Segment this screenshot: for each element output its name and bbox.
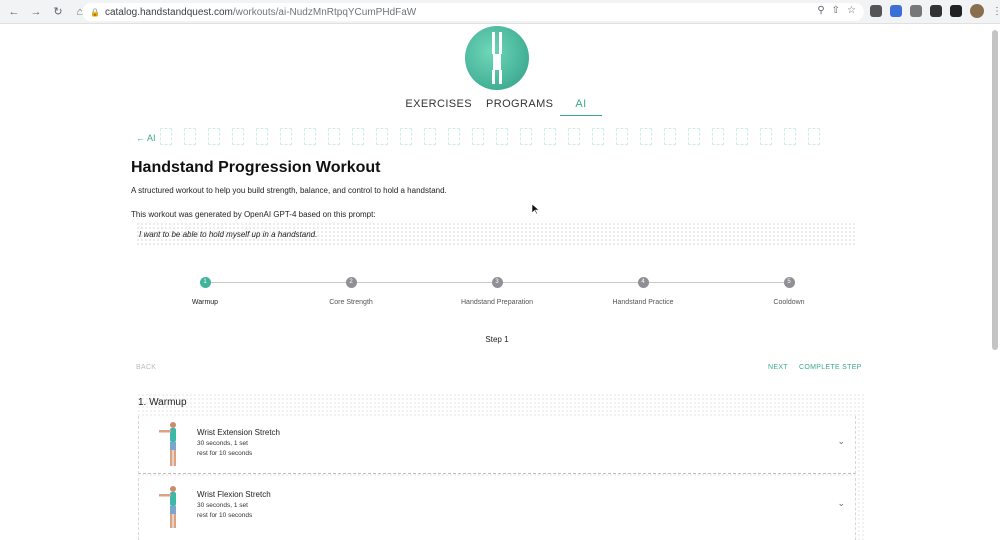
puzzle-icon[interactable]	[930, 5, 942, 17]
loading-placeholder	[808, 128, 820, 145]
zoom-icon[interactable]: ⚲	[817, 5, 824, 16]
exercise-figure-icon	[159, 486, 176, 528]
loading-placeholder	[400, 128, 412, 145]
exercise-rest: rest for 10 seconds	[197, 512, 253, 519]
step-label: Cooldown	[773, 299, 805, 306]
back-arrow-icon[interactable]: ←	[6, 4, 22, 20]
loading-placeholder	[184, 128, 196, 145]
url-path: /workouts/ai-NudzMnRtpqYCumPHdFaW	[232, 6, 417, 18]
loading-placeholder	[688, 128, 700, 145]
loading-placeholder	[640, 128, 652, 145]
step-number-badge: 1	[199, 277, 211, 288]
step-1[interactable]: 1 Warmup	[145, 277, 265, 306]
step-number-badge: 4	[637, 277, 649, 288]
extension-icon-2[interactable]	[910, 5, 922, 17]
step-label: Handstand Practice	[612, 299, 674, 306]
loading-placeholder	[424, 128, 436, 145]
loading-placeholder	[376, 128, 388, 145]
loading-placeholder	[448, 128, 460, 145]
exercise-card[interactable]: Wrist Extension Stretch 30 seconds, 1 se…	[138, 416, 856, 474]
step-caption: Step 1	[485, 335, 509, 344]
profile-avatar[interactable]	[970, 4, 984, 18]
step-number-badge: 3	[491, 277, 503, 288]
step-number-badge: 2	[345, 277, 357, 288]
loading-placeholder	[568, 128, 580, 145]
loading-placeholder	[760, 128, 772, 145]
exercise-rest: rest for 10 seconds	[197, 450, 253, 457]
loading-placeholder	[256, 128, 268, 145]
step-label: Core Strength	[329, 299, 373, 306]
loading-placeholder	[784, 128, 796, 145]
back-button[interactable]: BACK	[136, 364, 156, 371]
url-host: catalog.handstandquest.com	[104, 6, 233, 18]
step-number-badge: 5	[783, 277, 795, 288]
page-title: Handstand Progression Workout	[131, 159, 381, 176]
nav-exercises[interactable]: EXERCISES	[398, 98, 479, 116]
page-scrollbar[interactable]	[992, 30, 998, 350]
handstandquest-logo[interactable]	[465, 26, 529, 90]
step-4[interactable]: 4 Handstand Practice	[583, 277, 703, 306]
loading-placeholder	[616, 128, 628, 145]
lock-icon: 🔒	[90, 7, 100, 17]
step-3[interactable]: 3 Handstand Preparation	[437, 277, 557, 306]
menu-dots-icon[interactable]: ⋮	[992, 6, 1000, 17]
reload-icon[interactable]: ↻	[50, 4, 66, 20]
loading-placeholder	[208, 128, 220, 145]
bookmark-star-icon[interactable]: ☆	[847, 5, 856, 16]
loading-placeholder	[544, 128, 556, 145]
exercise-name: Wrist Extension Stretch	[197, 428, 280, 437]
workout-description: A structured workout to help you build s…	[131, 186, 447, 195]
main-nav: EXERCISES PROGRAMS AI	[0, 98, 1000, 116]
handstand-figure-icon	[492, 32, 502, 84]
complete-step-button[interactable]: COMPLETE STEP	[799, 364, 862, 371]
browser-toolbar: ← → ↻ ⌂ 🔒 catalog.handstandquest.com/wor…	[0, 0, 1000, 24]
chevron-down-icon[interactable]: ⌄	[837, 498, 845, 509]
exercise-card[interactable]: Wrist Flexion Stretch 30 seconds, 1 set …	[138, 478, 856, 540]
loading-placeholder	[352, 128, 364, 145]
mouse-cursor-icon	[532, 204, 540, 214]
url-text: catalog.handstandquest.com/workouts/ai-N…	[105, 7, 416, 18]
generated-note: This workout was generated by OpenAI GPT…	[131, 210, 376, 219]
loading-placeholder	[712, 128, 724, 145]
next-button[interactable]: NEXT	[768, 364, 788, 371]
sidebar-icon[interactable]	[950, 5, 962, 17]
chevron-down-icon[interactable]: ⌄	[837, 436, 845, 447]
translate-extension-icon[interactable]	[890, 5, 902, 17]
nav-ai[interactable]: AI	[560, 98, 602, 116]
loading-placeholder	[304, 128, 316, 145]
exercise-detail: 30 seconds, 1 set	[197, 502, 248, 509]
nav-programs[interactable]: PROGRAMS	[479, 98, 560, 116]
loading-placeholder	[592, 128, 604, 145]
prompt-quote: I want to be able to hold myself up in a…	[136, 222, 856, 246]
loading-placeholder-row	[160, 128, 820, 145]
loading-placeholder	[280, 128, 292, 145]
step-5[interactable]: 5 Cooldown	[729, 277, 849, 306]
forward-arrow-icon[interactable]: →	[28, 4, 44, 20]
loading-placeholder	[472, 128, 484, 145]
loading-placeholder	[232, 128, 244, 145]
loading-placeholder	[496, 128, 508, 145]
exercise-name: Wrist Flexion Stretch	[197, 490, 271, 499]
step-2[interactable]: 2 Core Strength	[291, 277, 411, 306]
exercise-detail: 30 seconds, 1 set	[197, 440, 248, 447]
step-label: Handstand Preparation	[461, 299, 533, 306]
extension-icon[interactable]	[870, 5, 882, 17]
loading-placeholder	[328, 128, 340, 145]
address-bar[interactable]: 🔒 catalog.handstandquest.com/workouts/ai…	[82, 3, 864, 21]
loading-placeholder	[736, 128, 748, 145]
step-label: Warmup	[191, 299, 219, 306]
loading-placeholder	[160, 128, 172, 145]
loading-placeholder	[664, 128, 676, 145]
section-title: 1. Warmup	[138, 397, 187, 408]
loading-placeholder	[520, 128, 532, 145]
share-icon[interactable]: ⇧	[832, 5, 840, 16]
back-to-ai-link[interactable]: ← AI	[136, 133, 156, 143]
exercise-figure-icon	[159, 422, 176, 466]
